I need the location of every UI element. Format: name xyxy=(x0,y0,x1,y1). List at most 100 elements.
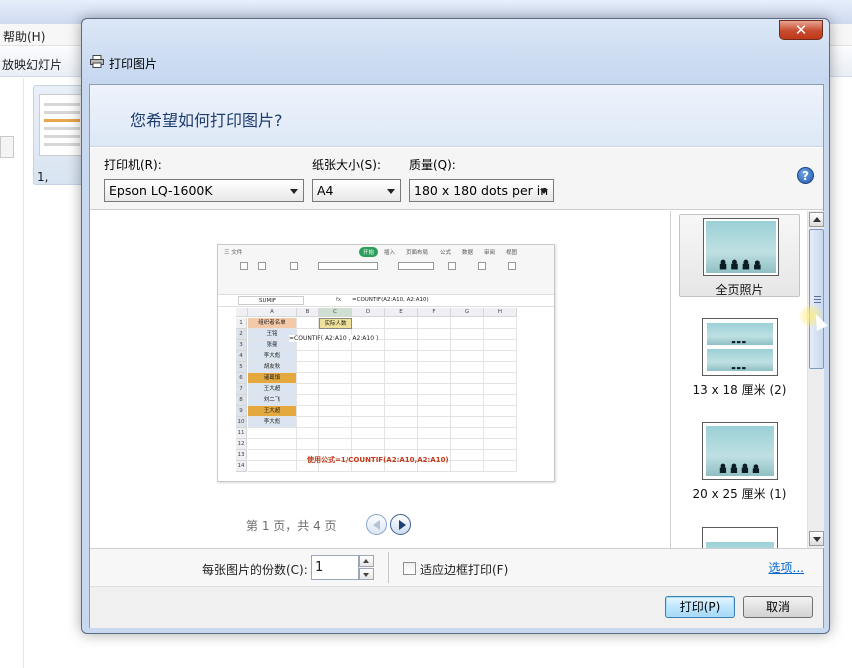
print-button[interactable]: 打印(P) xyxy=(665,596,735,618)
cancel-button[interactable]: 取消 xyxy=(743,596,813,618)
background-left-button[interactable] xyxy=(0,136,14,158)
sheet-column-header: A xyxy=(248,308,297,317)
sheet-cell xyxy=(484,417,517,428)
sheet-cell xyxy=(451,439,484,450)
scroll-up-button[interactable] xyxy=(809,212,824,227)
previous-page-button[interactable] xyxy=(366,514,387,535)
sheet-cell xyxy=(352,406,385,417)
sheet-cell xyxy=(418,351,451,362)
sheet-cell xyxy=(484,351,517,362)
sheet-corner xyxy=(236,308,248,317)
sheet-tab: 视图 xyxy=(506,250,518,256)
sheet-cell xyxy=(352,417,385,428)
scroll-thumb[interactable] xyxy=(809,229,824,369)
sheet-cell xyxy=(418,417,451,428)
sheet-cell xyxy=(297,318,319,329)
sheet-row-header: 2 xyxy=(236,329,247,340)
sheet-cell: 诸葛慎 xyxy=(248,373,297,384)
sheet-cell xyxy=(484,373,517,384)
brush-icon xyxy=(290,262,298,270)
sheet-cell xyxy=(484,318,517,329)
sheet-row-header: 3 xyxy=(236,340,247,351)
sheet-cell xyxy=(385,406,418,417)
sheet-column-header: D xyxy=(352,308,385,317)
paper-size-label: 纸张大小(S): xyxy=(312,158,382,172)
photo-image xyxy=(707,323,773,345)
people-silhouette xyxy=(719,463,759,473)
sheet-cell xyxy=(297,395,319,406)
sheet-cell xyxy=(319,406,352,417)
font-box-icon xyxy=(318,262,378,270)
layout-item-full-page[interactable]: 全页照片 xyxy=(679,214,800,297)
sheet-cell: 组织者名单 xyxy=(248,318,297,329)
sheet-cell xyxy=(319,351,352,362)
sheet-cell xyxy=(352,384,385,395)
layout-label: 13 x 18 厘米 (2) xyxy=(692,383,787,397)
sheet-tab: 数据 xyxy=(462,250,474,256)
sheet-cell: 李大彪 xyxy=(248,417,297,428)
paper-size-select[interactable]: A4 xyxy=(312,179,401,202)
layout-item-13x18[interactable]: 13 x 18 厘米 (2) xyxy=(679,316,800,402)
sheet-cell xyxy=(385,428,418,439)
sheet-cell xyxy=(385,417,418,428)
sheet-cell xyxy=(319,417,352,428)
sheet-cell xyxy=(484,439,517,450)
close-button[interactable]: ✕ xyxy=(779,20,823,40)
sheet-cell xyxy=(418,362,451,373)
chevron-up-icon xyxy=(813,217,821,222)
sheet-cell xyxy=(297,351,319,362)
sheet-tab: 公式 xyxy=(440,250,452,256)
sheet-row-header: 13 xyxy=(236,450,247,461)
next-page-button[interactable] xyxy=(390,514,411,535)
menu-help[interactable]: 帮助(H) xyxy=(3,28,45,45)
chevron-down-icon xyxy=(813,537,821,542)
page-preview: 三 文件 开始 插入 页面布局 公式 数据 审阅 视图 SUMIF fx =CO… xyxy=(217,244,555,482)
quality-select[interactable]: 180 x 180 dots per in xyxy=(409,179,554,202)
sheet-cell xyxy=(297,439,319,450)
sheet-cell xyxy=(418,395,451,406)
sheet-cell xyxy=(297,417,319,428)
thumbnail-label: 1, xyxy=(37,170,49,184)
fit-frame-label[interactable]: 适应边框打印(F) xyxy=(420,561,508,578)
sheet-tab: 审阅 xyxy=(484,250,496,256)
sheet-cell xyxy=(484,450,517,461)
header-band: 您希望如何打印图片? xyxy=(90,85,823,147)
layout-scrollbar[interactable] xyxy=(807,211,824,548)
sheet-row-header: 1 xyxy=(236,318,247,329)
sheet-cell: 王大超 xyxy=(248,384,297,395)
sheet-cell xyxy=(319,439,352,450)
fit-frame-checkbox[interactable] xyxy=(403,562,416,575)
sheet-column-header: F xyxy=(418,308,451,317)
copies-increment-button[interactable] xyxy=(359,555,374,567)
sheet-cell xyxy=(297,406,319,417)
dialog-title-bar[interactable] xyxy=(82,19,829,83)
sheet-cell xyxy=(319,373,352,384)
copies-input[interactable]: 1 xyxy=(311,555,359,580)
dialog-client-area: 您希望如何打印图片? 打印机(R): Epson LQ-1600K 纸张大小(S… xyxy=(89,84,824,628)
sheet-cell xyxy=(319,362,352,373)
printer-icon xyxy=(90,55,104,68)
slideshow-button[interactable]: 放映幻灯片 xyxy=(2,56,62,73)
printer-select[interactable]: Epson LQ-1600K xyxy=(104,179,304,202)
layout-item-next[interactable] xyxy=(679,525,800,548)
sheet-tab: 页面布局 xyxy=(406,250,429,256)
sheet-cell: 实际人数 xyxy=(319,318,352,329)
sheet-cell xyxy=(385,351,418,362)
options-link[interactable]: 选项... xyxy=(769,559,804,576)
print-settings-bar: 打印机(R): Epson LQ-1600K 纸张大小(S): A4 质量(Q)… xyxy=(90,148,823,210)
sheet-cell xyxy=(484,340,517,351)
sheet-cell xyxy=(451,417,484,428)
copies-decrement-button[interactable] xyxy=(359,568,374,580)
fx-label: fx xyxy=(336,297,342,303)
people-silhouette xyxy=(731,340,746,343)
scroll-down-button[interactable] xyxy=(809,531,824,546)
divider xyxy=(388,552,389,583)
sheet-grid: A B C D E F G H 1 组织者名单 实际人数 2 王铭 3 张曼 4 李大彪 5 胡友秋 6 诸葛慎 7 王大超… xyxy=(218,308,554,481)
sheet-cell xyxy=(385,395,418,406)
dialog-title: 打印图片 xyxy=(109,57,158,71)
sheet-cell xyxy=(451,373,484,384)
help-icon[interactable]: ? xyxy=(797,167,814,184)
sheet-cell xyxy=(297,362,319,373)
people-silhouette xyxy=(719,260,761,270)
layout-item-20x25[interactable]: 20 x 25 厘米 (1) xyxy=(679,421,800,507)
